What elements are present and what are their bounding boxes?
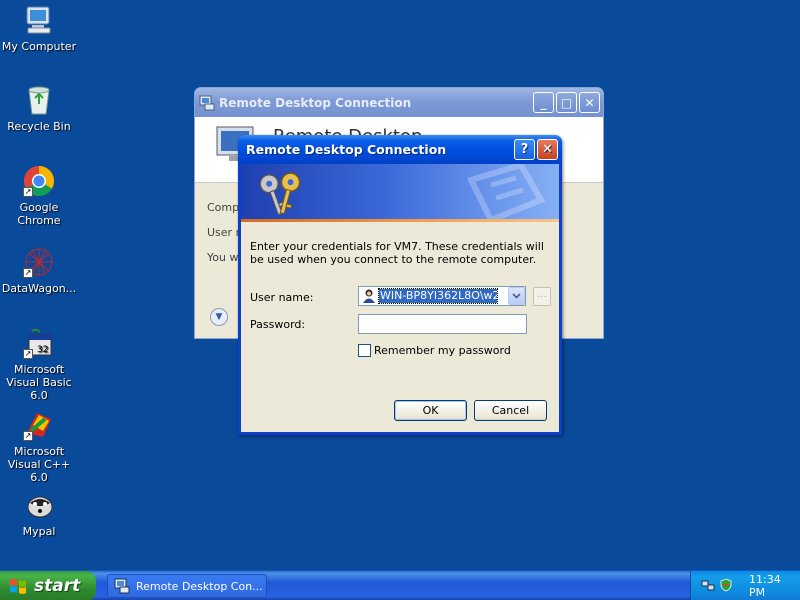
credentials-dialog: Remote Desktop Connection ? ✕ Enter your… bbox=[238, 135, 562, 435]
security-shield-icon[interactable] bbox=[719, 578, 733, 595]
background-window-titlebar[interactable]: Remote Desktop Connection _ □ ✕ bbox=[195, 88, 603, 117]
remote-desktop-icon bbox=[199, 95, 215, 111]
desktop-icon-label: Microsoft Visual C++ 6.0 bbox=[7, 445, 71, 484]
user-icon bbox=[361, 288, 377, 304]
dialog-title: Remote Desktop Connection bbox=[246, 142, 447, 157]
desktop-icon-label: Microsoft Visual Basic 6.0 bbox=[6, 363, 72, 402]
banner-watermark-icon bbox=[466, 164, 546, 222]
password-field[interactable] bbox=[358, 314, 527, 334]
shortcut-arrow-icon: ↗ bbox=[23, 268, 33, 278]
maximize-button[interactable]: □ bbox=[556, 92, 577, 113]
dialog-banner bbox=[241, 164, 559, 222]
system-tray: 11:34 PM bbox=[690, 571, 800, 600]
desktop-icon-visual-cpp[interactable]: ↗ Microsoft Visual C++ 6.0 bbox=[0, 409, 78, 484]
help-icon: ? bbox=[520, 142, 529, 157]
background-window-title: Remote Desktop Connection bbox=[219, 95, 412, 110]
taskbar-item-label: Remote Desktop Con... bbox=[136, 579, 263, 593]
desktop-icon-my-computer[interactable]: My Computer bbox=[0, 4, 78, 53]
shortcut-arrow-icon: ↗ bbox=[23, 187, 33, 197]
minimize-icon: _ bbox=[540, 95, 547, 110]
taskbar-item-remote-desktop[interactable]: Remote Desktop Con... bbox=[107, 574, 267, 598]
svg-text:32: 32 bbox=[37, 345, 48, 355]
shortcut-arrow-icon: ↗ bbox=[23, 349, 33, 359]
keys-icon bbox=[259, 172, 301, 216]
ok-button[interactable]: OK bbox=[394, 400, 467, 421]
desktop-icon-label: Google Chrome bbox=[17, 201, 61, 227]
remote-desktop-icon bbox=[114, 578, 130, 594]
browse-users-button[interactable]: ... bbox=[533, 287, 551, 306]
windows-logo-icon bbox=[10, 579, 26, 594]
close-button[interactable]: ✕ bbox=[537, 139, 558, 160]
desktop-icon-visual-basic[interactable]: 32 ↗ Microsoft Visual Basic 6.0 bbox=[0, 327, 78, 402]
clock[interactable]: 11:34 PM bbox=[749, 573, 800, 599]
user-name-value[interactable]: WIN-BP8YI362L8O\w28 bbox=[378, 288, 498, 304]
user-name-dropdown-button[interactable] bbox=[508, 287, 525, 305]
cancel-button[interactable]: Cancel bbox=[474, 400, 547, 421]
shortcut-arrow-icon: ↗ bbox=[23, 431, 33, 441]
visual-basic-icon: 32 ↗ bbox=[23, 327, 55, 359]
datawagon-icon: ↗ bbox=[23, 246, 55, 278]
taskbar: start Remote Desktop Con... 11:34 PM bbox=[0, 570, 800, 600]
desktop-icon-label: DataWagon... bbox=[1, 282, 77, 295]
desktop-icon-google-chrome[interactable]: ↗ Google Chrome bbox=[0, 165, 78, 227]
close-icon: ✕ bbox=[584, 95, 595, 110]
chrome-icon: ↗ bbox=[23, 165, 55, 197]
recycle-bin-icon bbox=[23, 84, 55, 116]
desktop-icon-label: Mypal bbox=[22, 525, 56, 538]
minimize-button[interactable]: _ bbox=[533, 92, 554, 113]
chevron-down-icon bbox=[512, 293, 521, 299]
remember-password-label: Remember my password bbox=[374, 344, 511, 357]
desktop-icon-datawagon[interactable]: ↗ DataWagon... bbox=[0, 246, 78, 295]
remember-password-option[interactable]: Remember my password bbox=[358, 344, 511, 357]
desktop-icon-label: Recycle Bin bbox=[7, 120, 71, 133]
desktop-icon-mypal[interactable]: Mypal bbox=[0, 489, 78, 538]
desktop-icon-label: My Computer bbox=[1, 40, 77, 53]
close-icon: ✕ bbox=[542, 142, 553, 157]
dialog-body: Enter your credentials for VM7. These cr… bbox=[241, 222, 559, 432]
network-icon[interactable] bbox=[701, 578, 715, 595]
close-button[interactable]: ✕ bbox=[579, 92, 600, 113]
user-name-label: User name: bbox=[250, 291, 314, 304]
credentials-description: Enter your credentials for VM7. These cr… bbox=[250, 240, 544, 266]
start-label: start bbox=[34, 576, 81, 596]
help-button[interactable]: ? bbox=[514, 139, 535, 160]
start-button[interactable]: start bbox=[0, 571, 96, 600]
visual-cpp-icon: ↗ bbox=[23, 409, 55, 441]
dialog-titlebar[interactable]: Remote Desktop Connection ? ✕ bbox=[238, 135, 562, 164]
options-expand-icon[interactable]: ▼ bbox=[210, 308, 228, 326]
maximize-icon: □ bbox=[560, 95, 573, 110]
computer-icon bbox=[23, 4, 55, 36]
remember-password-checkbox[interactable] bbox=[358, 344, 371, 357]
mypal-icon bbox=[23, 489, 55, 521]
desktop-icon-recycle-bin[interactable]: Recycle Bin bbox=[0, 84, 78, 133]
user-name-combobox[interactable]: WIN-BP8YI362L8O\w28 bbox=[358, 286, 526, 306]
password-label: Password: bbox=[250, 318, 306, 331]
